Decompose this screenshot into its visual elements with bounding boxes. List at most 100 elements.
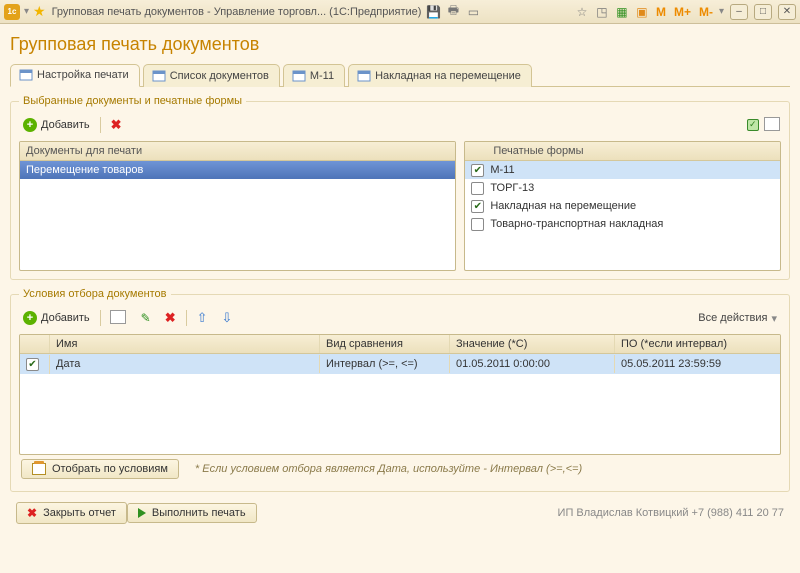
filter-toolbar: + Добавить ✎ ✖ ⇧ ⇩ Все действия ▾ bbox=[19, 306, 781, 334]
settings-tab-icon bbox=[19, 68, 33, 82]
tab-nakladnaya[interactable]: Накладная на перемещение bbox=[348, 64, 532, 87]
plus-icon: + bbox=[23, 311, 37, 325]
separator bbox=[100, 117, 101, 133]
close-report-button[interactable]: ✖ Закрыть отчет bbox=[16, 502, 127, 524]
menu-dropdown-icon[interactable]: ▾ bbox=[24, 6, 29, 17]
form-label: ТОРГ-13 bbox=[490, 182, 534, 194]
mem-mplus-button[interactable]: M+ bbox=[672, 5, 693, 19]
tab-m11[interactable]: М-11 bbox=[283, 64, 345, 87]
filter-table-head: Имя Вид сравнения Значение (*С) ПО (*есл… bbox=[20, 335, 780, 354]
col-name: Имя bbox=[50, 335, 320, 353]
form-row[interactable]: М-11 bbox=[465, 161, 780, 179]
filter-cmp: Интервал (>=, <=) bbox=[320, 355, 450, 373]
form-row[interactable]: Накладная на перемещение bbox=[465, 197, 780, 215]
add-filter-button[interactable]: + Добавить bbox=[19, 309, 94, 327]
forms-header: Печатные формы bbox=[465, 142, 780, 161]
printforms-legend: Выбранные документы и печатные формы bbox=[19, 95, 246, 107]
docs-header: Документы для печати bbox=[20, 142, 455, 161]
form-checkbox[interactable] bbox=[471, 218, 484, 231]
run-print-button[interactable]: Выполнить печать bbox=[127, 503, 257, 523]
filter-name: Дата bbox=[50, 355, 320, 373]
close-window-button[interactable]: ✕ bbox=[778, 4, 796, 20]
mem-mminus-button[interactable]: M- bbox=[697, 5, 715, 19]
separator bbox=[186, 310, 187, 326]
tab-label: Список документов bbox=[170, 70, 269, 82]
all-actions-button[interactable]: Все действия ▾ bbox=[694, 310, 781, 327]
nakladnaya-tab-icon bbox=[357, 69, 371, 83]
checkall-button[interactable] bbox=[745, 117, 761, 133]
mem-dropdown-icon[interactable]: ▾ bbox=[719, 6, 724, 17]
printforms-group: Выбранные документы и печатные формы + Д… bbox=[10, 95, 790, 280]
tab-label: Настройка печати bbox=[37, 69, 129, 81]
printforms-toolbar: + Добавить ✖ bbox=[19, 113, 781, 141]
filter-group: Условия отбора документов + Добавить ✎ ✖… bbox=[10, 288, 790, 492]
form-row[interactable]: ТОРГ-13 bbox=[465, 179, 780, 197]
filter-hint: * Если условием отбора является Дата, ис… bbox=[195, 463, 582, 475]
uncheckall-button[interactable] bbox=[765, 117, 781, 133]
separator bbox=[100, 310, 101, 326]
minimize-button[interactable]: – bbox=[730, 4, 748, 20]
docs-panel: Документы для печати Перемещение товаров bbox=[19, 141, 456, 271]
filter-checkbox[interactable] bbox=[26, 358, 39, 371]
app-logo-icon: 1c bbox=[4, 4, 20, 20]
tab-settings[interactable]: Настройка печати bbox=[10, 64, 140, 87]
tool-icon[interactable]: ▭ bbox=[465, 4, 481, 20]
tabs: Настройка печати Список документов М-11 … bbox=[10, 63, 790, 87]
calendar-icon[interactable]: ▣ bbox=[634, 4, 650, 20]
maximize-button[interactable]: □ bbox=[754, 4, 772, 20]
col-cmp: Вид сравнения bbox=[320, 335, 450, 353]
chevron-down-icon: ▾ bbox=[771, 312, 777, 325]
add-doc-button[interactable]: + Добавить bbox=[19, 116, 94, 134]
tab-label: Накладная на перемещение bbox=[375, 70, 521, 82]
col-to: ПО (*если интервал) bbox=[615, 335, 780, 353]
filter-run-icon bbox=[32, 463, 46, 475]
forms-panel: Печатные формы М-11 ТОРГ-13 Накладная на… bbox=[464, 141, 781, 271]
tab-label: М-11 bbox=[310, 70, 334, 82]
add-label: Добавить bbox=[41, 119, 90, 131]
form-row[interactable]: Товарно-транспортная накладная bbox=[465, 215, 780, 233]
delete-icon: ✖ bbox=[165, 310, 176, 326]
doc-row[interactable]: Перемещение товаров bbox=[20, 161, 455, 179]
window-title: Групповая печать документов - Управление… bbox=[52, 6, 422, 18]
filter-table: Имя Вид сравнения Значение (*С) ПО (*есл… bbox=[19, 334, 781, 455]
arrow-down-icon: ⇩ bbox=[222, 310, 233, 326]
close-icon: ✖ bbox=[27, 506, 37, 520]
copy-filter-button[interactable] bbox=[107, 308, 131, 328]
filter-legend: Условия отбора документов bbox=[19, 288, 171, 300]
form-label: Накладная на перемещение bbox=[490, 200, 636, 212]
favorite-icon[interactable]: ★ bbox=[33, 3, 46, 20]
copy-icon bbox=[111, 310, 127, 326]
movedown-button[interactable]: ⇩ bbox=[218, 308, 237, 328]
delete-filter-button[interactable]: ✖ bbox=[161, 308, 180, 328]
pencil-icon: ✎ bbox=[141, 311, 151, 325]
mem-m-button[interactable]: M bbox=[654, 5, 668, 19]
filter-row[interactable]: Дата Интервал (>=, <=) 01.05.2011 0:00:0… bbox=[20, 354, 780, 374]
add-label: Добавить bbox=[41, 312, 90, 324]
form-checkbox[interactable] bbox=[471, 164, 484, 177]
select-by-filter-button[interactable]: Отобрать по условиям bbox=[21, 459, 179, 479]
arrow-up-icon: ⇧ bbox=[197, 310, 208, 326]
delete-icon: ✖ bbox=[111, 117, 122, 133]
tab-doclist[interactable]: Список документов bbox=[143, 64, 280, 87]
filter-val: 01.05.2011 0:00:00 bbox=[450, 355, 615, 373]
page-title: Групповая печать документов bbox=[10, 34, 790, 55]
form-checkbox[interactable] bbox=[471, 200, 484, 213]
col-val: Значение (*С) bbox=[450, 335, 615, 353]
window-titlebar: 1c ▾ ★ Групповая печать документов - Упр… bbox=[0, 0, 800, 24]
star-icon[interactable]: ☆ bbox=[574, 4, 590, 20]
calc-icon[interactable]: ▦ bbox=[614, 4, 630, 20]
moveup-button[interactable]: ⇧ bbox=[193, 308, 212, 328]
save-icon[interactable]: 💾 bbox=[425, 4, 441, 20]
m11-tab-icon bbox=[292, 69, 306, 83]
history-icon[interactable]: ◳ bbox=[594, 4, 610, 20]
status-text: ИП Владислав Котвицкий +7 (988) 411 20 7… bbox=[558, 507, 784, 519]
print-icon[interactable]: 🖶 bbox=[445, 4, 461, 20]
doc-label: Перемещение товаров bbox=[26, 164, 143, 176]
form-checkbox[interactable] bbox=[471, 182, 484, 195]
form-label: Товарно-транспортная накладная bbox=[490, 218, 663, 230]
delete-doc-button[interactable]: ✖ bbox=[107, 115, 126, 135]
doclist-tab-icon bbox=[152, 69, 166, 83]
play-icon bbox=[138, 508, 146, 518]
edit-filter-button[interactable]: ✎ bbox=[137, 309, 155, 327]
form-label: М-11 bbox=[490, 164, 514, 176]
